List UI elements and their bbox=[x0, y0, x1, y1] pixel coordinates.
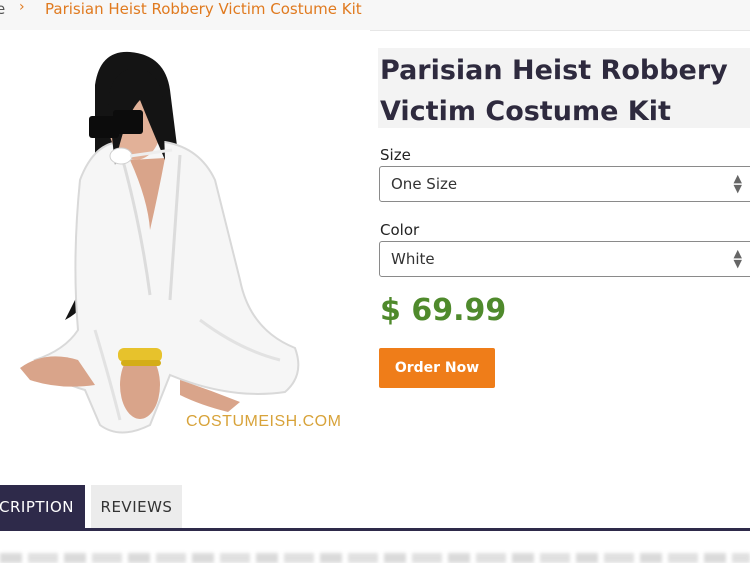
tab-description[interactable]: CRIPTION bbox=[0, 485, 85, 529]
tab-reviews-label: REVIEWS bbox=[100, 498, 173, 516]
product-price: $ 69.99 bbox=[380, 293, 507, 328]
breadcrumb-home-link[interactable]: e bbox=[0, 0, 5, 18]
select-arrows-icon: ▲ ▼ bbox=[733, 247, 742, 270]
breadcrumb-current: Parisian Heist Robbery Victim Costume Ki… bbox=[45, 0, 362, 18]
tab-divider bbox=[0, 528, 750, 531]
order-now-button[interactable]: Order Now bbox=[379, 348, 495, 388]
description-text-cutoff bbox=[0, 553, 750, 563]
product-tabs: CRIPTION REVIEWS bbox=[0, 485, 750, 529]
costume-figure-illustration bbox=[20, 51, 300, 434]
size-select[interactable]: One Size ▲ ▼ bbox=[379, 166, 750, 202]
product-image[interactable] bbox=[0, 30, 370, 450]
image-watermark: COSTUMEISH.COM bbox=[186, 413, 342, 430]
select-arrows-icon: ▲ ▼ bbox=[733, 172, 742, 195]
color-select-value: White bbox=[391, 250, 435, 268]
breadcrumb: e › Parisian Heist Robbery Victim Costum… bbox=[0, 0, 750, 31]
product-title: Parisian Heist Robbery Victim Costume Ki… bbox=[380, 55, 728, 127]
size-select-value: One Size bbox=[391, 175, 458, 193]
color-label: Color bbox=[380, 221, 420, 239]
tab-description-label: CRIPTION bbox=[0, 498, 74, 516]
breadcrumb-chevron-icon: › bbox=[19, 0, 25, 15]
color-select[interactable]: White ▲ ▼ bbox=[379, 241, 750, 277]
tab-reviews[interactable]: REVIEWS bbox=[91, 485, 182, 529]
size-label: Size bbox=[380, 146, 411, 164]
